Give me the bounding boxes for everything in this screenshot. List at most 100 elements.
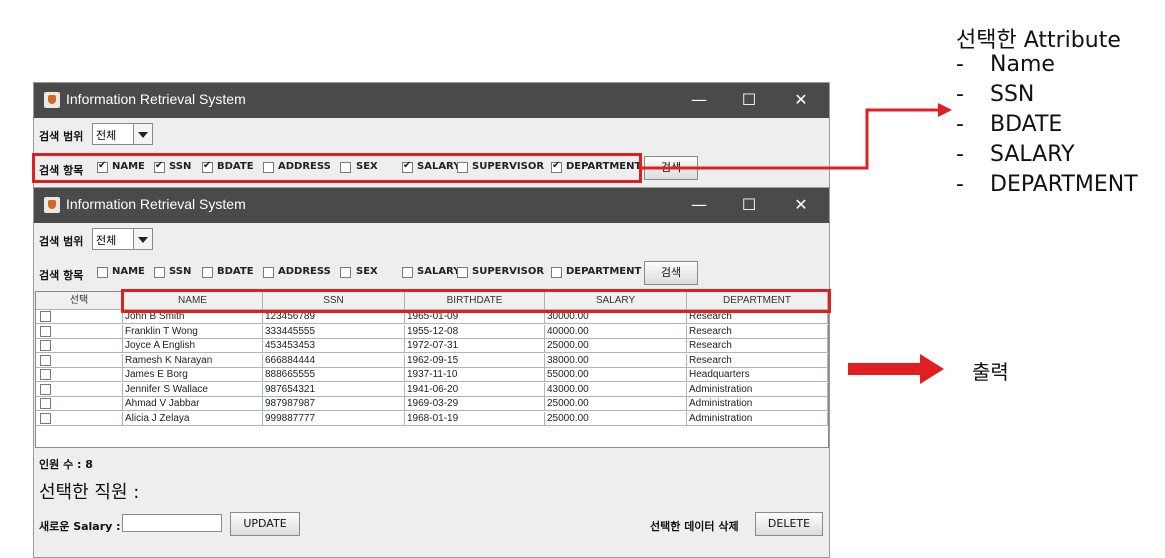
row-select-checkbox[interactable] [40, 340, 51, 351]
table-cell: Ramesh K Narayan [123, 353, 263, 368]
row-select-checkbox[interactable] [40, 311, 51, 322]
maximize-icon[interactable]: ☐ [738, 194, 760, 216]
attr-label: 검색 항목 [39, 269, 84, 282]
output-label: 출력 [972, 360, 1009, 384]
attr-checkbox-ssn[interactable] [154, 267, 165, 278]
table-cell: 1972-07-31 [405, 339, 545, 353]
select-cell [36, 368, 123, 382]
select-cell [36, 339, 123, 353]
list-bullet: - [956, 172, 964, 197]
attr-checkbox-salary[interactable] [402, 267, 413, 278]
scope-combo[interactable]: 전체 [92, 228, 153, 250]
attr-label-salary: SALARY [417, 266, 461, 277]
selected-attributes-highlight [32, 153, 642, 183]
connector-arrowhead [938, 103, 952, 117]
table-cell: 43000.00 [545, 382, 687, 397]
table-cell: Research [687, 339, 828, 353]
top-window-title: Information Retrieval System [66, 91, 246, 107]
delete-button[interactable]: DELETE [755, 512, 823, 536]
attr-checkbox-sex[interactable] [340, 267, 351, 278]
table-cell: Jennifer S Wallace [123, 382, 263, 397]
chevron-down-icon[interactable] [133, 229, 152, 249]
java-icon [44, 92, 60, 108]
salary-label: 새로운 Salary : [39, 520, 121, 533]
close-icon[interactable]: ✕ [790, 194, 812, 216]
table-cell: 38000.00 [545, 353, 687, 368]
list-item: DEPARTMENT [990, 172, 1138, 197]
connector-arrow [642, 103, 952, 170]
table-cell: Administration [687, 382, 828, 397]
table-cell: 987987987 [263, 397, 405, 411]
table-cell: 1937-11-10 [405, 368, 545, 382]
table-cell: Research [687, 353, 828, 368]
table-cell: 333445555 [263, 324, 405, 339]
table-cell: 1941-06-20 [405, 382, 545, 397]
table-cell: Research [687, 324, 828, 339]
row-select-checkbox[interactable] [40, 398, 51, 409]
delete-label: 선택한 데이터 삭제 [650, 520, 739, 533]
table-cell: 1968-01-19 [405, 411, 545, 426]
header-select[interactable]: 선택 [36, 292, 123, 310]
table-cell: Administration [687, 411, 828, 426]
top-scope-label: 검색 범위 [39, 130, 84, 143]
row-select-checkbox[interactable] [40, 383, 51, 395]
table-cell: 1955-12-08 [405, 324, 545, 339]
attr-label-supervisor: SUPERVISOR [472, 266, 545, 277]
java-icon [44, 197, 60, 213]
update-button[interactable]: UPDATE [230, 512, 300, 536]
attr-checkbox-supervisor[interactable] [457, 267, 468, 278]
select-cell [36, 310, 123, 324]
attr-checkbox-address[interactable] [263, 267, 274, 278]
result-table[interactable]: 선택 NAME SSN BIRTHDATE SALARY DEPARTMENT John B… [35, 291, 829, 448]
list-item: Name [990, 52, 1055, 77]
attr-checkbox-bdate[interactable] [202, 267, 213, 278]
search-button[interactable]: 검색 [644, 261, 698, 285]
output-columns-highlight [121, 289, 831, 313]
table-cell: 453453453 [263, 339, 405, 353]
list-bullet: - [956, 82, 964, 107]
select-cell [36, 411, 123, 426]
count-label: 인원 수 : 8 [39, 458, 93, 471]
row-select-checkbox[interactable] [40, 412, 51, 424]
chevron-down-icon[interactable] [133, 124, 152, 144]
output-arrow [848, 354, 944, 384]
connector-line [642, 108, 938, 170]
table-cell: 987654321 [263, 382, 405, 397]
table-cell: 666884444 [263, 353, 405, 368]
minimize-icon[interactable]: — [688, 194, 710, 216]
attr-checkbox-name[interactable] [97, 267, 108, 278]
output-arrow-head [920, 354, 944, 384]
bottom-window: Information Retrieval System — ☐ ✕ 검색 범위… [33, 187, 830, 558]
list-item: SALARY [990, 142, 1075, 167]
top-scope-combo[interactable]: 전체 [92, 123, 153, 145]
table-cell: Joyce A English [123, 339, 263, 353]
salary-input[interactable] [122, 514, 222, 532]
bottom-window-title: Information Retrieval System [66, 196, 246, 212]
table-cell: 25000.00 [545, 411, 687, 426]
bottom-title-bar[interactable]: Information Retrieval System — ☐ ✕ [34, 188, 829, 223]
selected-attribute-title: 선택한 Attribute [956, 28, 1121, 53]
select-cell [36, 397, 123, 411]
row-select-checkbox[interactable] [40, 325, 51, 337]
top-scope-value: 전체 [96, 129, 117, 142]
scope-label: 검색 범위 [39, 235, 84, 248]
scope-value: 전체 [96, 234, 117, 247]
row-select-checkbox[interactable] [40, 354, 51, 366]
attr-label-department: DEPARTMENT [566, 266, 642, 277]
table-cell: 25000.00 [545, 397, 687, 411]
table-cell: 25000.00 [545, 339, 687, 353]
table-cell: Ahmad V Jabbar [123, 397, 263, 411]
select-cell [36, 324, 123, 339]
row-select-checkbox[interactable] [40, 369, 51, 380]
attr-checkbox-department[interactable] [551, 267, 562, 278]
list-item: BDATE [990, 112, 1063, 137]
table-cell: James E Borg [123, 368, 263, 382]
attr-label-bdate: BDATE [217, 266, 254, 277]
attr-label-sex: SEX [356, 266, 378, 277]
list-bullet: - [956, 142, 964, 167]
attr-label-ssn: SSN [169, 266, 192, 277]
select-cell [36, 382, 123, 397]
list-bullet: - [956, 112, 964, 137]
table-cell: Administration [687, 397, 828, 411]
attr-label-address: ADDRESS [278, 266, 331, 277]
